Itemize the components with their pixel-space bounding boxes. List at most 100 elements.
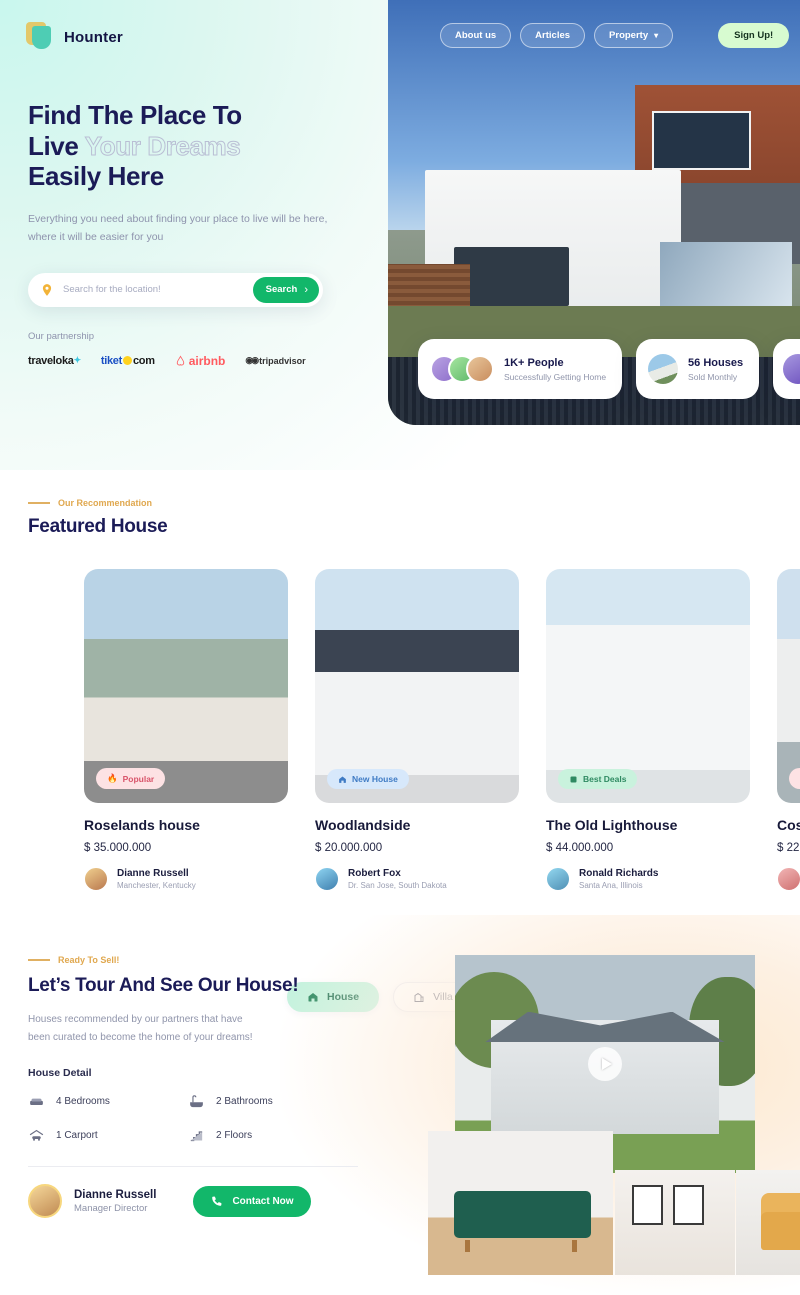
hero-title-line2-solid: Live <box>28 130 79 161</box>
house-detail-label: House Detail <box>28 1067 92 1079</box>
detail-label: 4 Bedrooms <box>56 1096 110 1107</box>
status-badge: 🔥 Popular <box>96 768 166 789</box>
eyebrow-text: Ready To Sell! <box>58 955 120 965</box>
hero-section: Hounter About us Articles Property ▾ Sig… <box>0 0 800 470</box>
stat-card: 56 Houses Sold Monthly <box>636 339 760 399</box>
hero-content: Find The Place To Live Your Dreams Easil… <box>28 100 368 368</box>
main-navigation: About us Articles Property ▾ Sign Up! <box>440 23 790 48</box>
partnership-label: Our partnership <box>28 330 95 342</box>
sign-up-button[interactable]: Sign Up! <box>718 23 790 48</box>
detail-label: 2 Floors <box>216 1130 253 1141</box>
property-name: The Old Lighthouse <box>546 817 678 833</box>
partner-logos: traveloka ✦ tiket com airbnb ◉◉ tripadviso… <box>28 354 368 368</box>
detail-carport: 1 Carport <box>28 1127 188 1144</box>
stairs-icon <box>190 1131 203 1142</box>
eyebrow-line <box>28 959 50 961</box>
property-image: 🔥 Popular <box>777 569 800 803</box>
badge-label: Popular <box>122 773 155 784</box>
flame-icon: 🔥 <box>107 773 118 783</box>
tour-section: Ready To Sell! Let’s Tour And See Our Ho… <box>0 915 800 1295</box>
house-thumbnail <box>648 354 679 384</box>
nav-item-property[interactable]: Property ▾ <box>594 23 674 48</box>
location-pin-icon <box>42 283 52 296</box>
hero-title-line1: Find The Place To <box>28 100 242 130</box>
detail-label: 1 Carport <box>56 1130 98 1141</box>
featured-eyebrow: Our Recommendation <box>28 498 800 508</box>
property-name: Cosmo's <box>777 817 800 833</box>
stat-subtitle: Sold Monthly <box>688 371 738 382</box>
search-button[interactable]: Search › <box>252 276 319 303</box>
tour-eyebrow: Ready To Sell! <box>28 955 398 965</box>
tag-icon <box>570 776 577 782</box>
property-price: $ 20.000.000 <box>315 842 383 854</box>
carport-icon <box>29 1129 44 1141</box>
avatar <box>546 867 570 891</box>
chevron-down-icon: ▾ <box>654 31 659 40</box>
nav-item-articles[interactable]: Articles <box>520 23 586 48</box>
partner-logo-traveloka: traveloka ✦ <box>28 354 81 367</box>
hero-title: Find The Place To Live Your Dreams Easil… <box>28 100 368 192</box>
tour-interior-art-image <box>615 1170 735 1275</box>
stat-title: 1K+ People <box>504 356 564 369</box>
badge-label: New House <box>352 774 398 784</box>
tour-interior-sofa-image <box>428 1131 613 1275</box>
property-price: $ 44.000.000 <box>546 842 614 854</box>
phone-icon <box>212 1196 222 1206</box>
featured-title: Featured House <box>28 516 168 537</box>
owl-icon: ◉◉ <box>245 355 259 366</box>
property-card[interactable]: New House Woodlandside $ 20.000.000 Robe… <box>315 569 519 891</box>
agent-name: Robert Fox <box>348 868 401 879</box>
agent-name: Ronald Richards <box>579 868 659 879</box>
property-price: $ 35.000.000 <box>84 842 152 854</box>
property-card[interactable]: Best Deals The Old Lighthouse $ 44.000.0… <box>546 569 750 891</box>
hero-subtitle-line1: Everything you need about finding your p… <box>28 213 328 226</box>
avatar <box>466 355 494 383</box>
nav-label: Property <box>609 30 649 41</box>
tour-agent-row: Dianne Russell Manager Director Contact … <box>28 1184 398 1218</box>
featured-house-section: Our Recommendation Featured House House … <box>0 470 800 1012</box>
property-price: $ 22.000.000 <box>777 842 800 854</box>
nav-label: Articles <box>535 30 571 41</box>
detail-bedrooms: 4 Bedrooms <box>28 1093 188 1110</box>
property-agent: Jenn Presto <box>777 867 800 891</box>
partner-logo-airbnb: airbnb <box>175 354 225 368</box>
badge-label: Best Deals <box>583 774 627 784</box>
tour-interior-chair-image <box>736 1170 800 1275</box>
nav-item-about-us[interactable]: About us <box>440 23 512 48</box>
hero-subtitle: Everything you need about finding your p… <box>28 210 328 247</box>
status-badge: New House <box>327 769 409 789</box>
location-search-bar[interactable]: Search › <box>28 272 323 307</box>
tour-content: Ready To Sell! Let’s Tour And See Our Ho… <box>28 955 398 1218</box>
property-name: Woodlandside <box>315 817 411 833</box>
play-button-icon[interactable] <box>588 1047 622 1081</box>
property-agent: Dianne Russell Manchester, Kentucky <box>84 867 288 891</box>
shield-logo-icon <box>26 22 54 52</box>
avatar <box>315 867 339 891</box>
property-card[interactable]: 🔥 Popular Cosmo's $ 22.000.000 Jenn Pres… <box>777 569 800 891</box>
agent-role: Manager Director <box>74 1202 148 1214</box>
property-card[interactable]: 🔥 Popular Roselands house $ 35.000.000 D… <box>84 569 288 891</box>
eyebrow-line <box>28 502 50 504</box>
avatar <box>783 354 800 384</box>
property-name: Roselands house <box>84 817 200 833</box>
brand-logo[interactable]: Hounter <box>26 22 123 52</box>
stat-card: 1K+ People Successfully Getting Home <box>418 339 623 399</box>
detail-label: 2 Bathrooms <box>216 1096 273 1107</box>
hero-title-line3: Easily Here <box>28 161 164 192</box>
agent-location: Dr. San Jose, South Dakota <box>348 881 447 890</box>
status-badge: Best Deals <box>558 769 638 789</box>
tour-subtitle: Houses recommended by our partners that … <box>28 1011 398 1047</box>
contact-now-button[interactable]: Contact Now <box>193 1185 311 1217</box>
stat-card <box>773 339 800 399</box>
featured-cards-carousel[interactable]: 🔥 Popular Roselands house $ 35.000.000 D… <box>28 538 800 891</box>
status-badge: 🔥 Popular <box>789 768 800 789</box>
partner-logo-tripadvisor: ◉◉ tripadvisor <box>245 355 306 366</box>
eyebrow-text: Our Recommendation <box>58 498 153 508</box>
hero-subtitle-line2: where it will be easier for you <box>28 231 164 244</box>
search-input[interactable] <box>54 284 253 296</box>
detail-floors: 2 Floors <box>188 1127 348 1144</box>
stat-title: 56 Houses <box>688 356 744 369</box>
tour-divider <box>28 1166 358 1167</box>
bed-icon <box>30 1098 43 1106</box>
hero-title-line2-outline: Your Dreams <box>84 130 241 161</box>
